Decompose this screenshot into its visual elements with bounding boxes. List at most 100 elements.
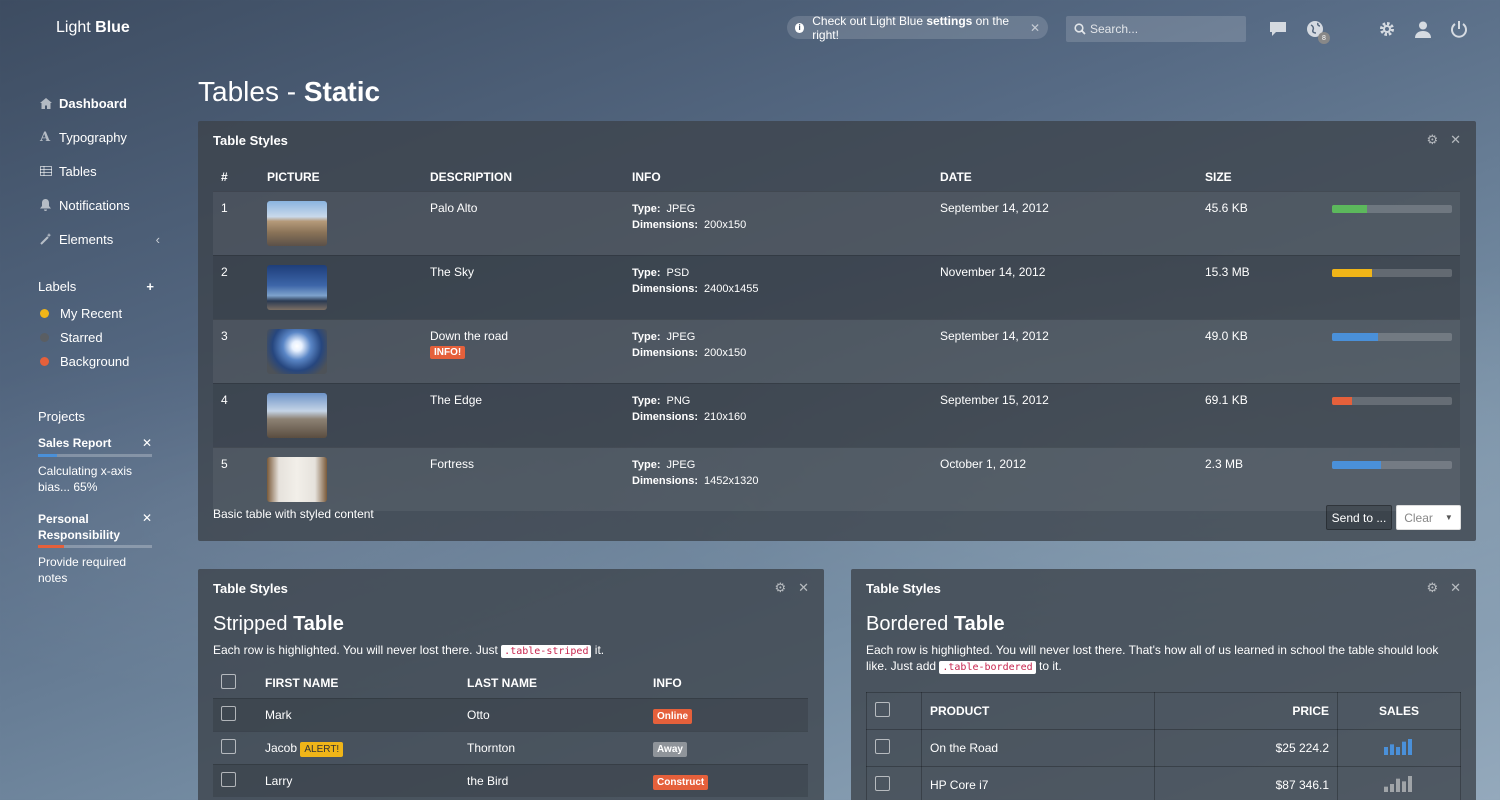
logo-bold-text: Blue xyxy=(95,19,130,36)
desc-text: to it. xyxy=(1035,659,1062,673)
photo-thumbnail[interactable] xyxy=(267,200,327,246)
sidebar-item-typography[interactable]: A Typography xyxy=(40,120,160,154)
dims-value: 210x160 xyxy=(704,410,747,423)
user-icon[interactable] xyxy=(1412,18,1434,40)
picture-cell xyxy=(259,446,422,511)
add-label-button[interactable]: + xyxy=(146,279,154,294)
panel-title: Table Styles xyxy=(213,580,288,596)
sparkline-bar xyxy=(1384,746,1388,755)
column-header: PICTURE xyxy=(267,169,320,184)
close-icon[interactable]: ✕ xyxy=(798,580,809,596)
table-row: On the Road $25 224.2 xyxy=(866,729,1461,767)
label-dot-icon xyxy=(40,333,49,342)
sparkline-bar xyxy=(1402,780,1406,792)
sidebar-item-dashboard[interactable]: Dashboard xyxy=(40,86,160,120)
close-icon[interactable]: ✕ xyxy=(142,511,152,543)
table-row: Jacob ALERT! Thornton Away xyxy=(213,730,808,764)
label-item-background[interactable]: Background xyxy=(40,354,129,369)
select-all-checkbox[interactable] xyxy=(875,702,890,717)
notice-bold: settings xyxy=(926,13,973,28)
close-icon[interactable]: ✕ xyxy=(1450,132,1461,148)
bordered-table: PRODUCT PRICE SALES On the Road $25 224.… xyxy=(866,692,1461,800)
row-checkbox[interactable] xyxy=(875,739,890,754)
photo-thumbnail[interactable] xyxy=(267,456,327,502)
row-size: 69.1 KB xyxy=(1197,382,1324,447)
close-icon[interactable]: ✕ xyxy=(1030,21,1040,35)
search-input[interactable] xyxy=(1090,22,1230,36)
progress-fill xyxy=(1332,268,1372,277)
send-to-button[interactable]: Send to ... xyxy=(1326,505,1392,530)
first-name-cell: Jacob ALERT! xyxy=(257,730,459,764)
product-price: $87 346.1 xyxy=(1154,766,1338,800)
photo-thumbnail[interactable] xyxy=(267,328,327,374)
page-title: Tables - Static xyxy=(198,76,380,108)
info-tag: INFO! xyxy=(430,345,466,359)
label-text: Background xyxy=(60,354,130,369)
label-dot-icon xyxy=(40,357,49,366)
description-cell: Fortress xyxy=(422,446,624,511)
type-value: PSD xyxy=(666,266,690,279)
gear-icon[interactable] xyxy=(1376,18,1398,40)
info-cell: Type: PSD Dimensions: 2400x1455 xyxy=(624,254,932,319)
gear-icon[interactable]: ⚙ xyxy=(1426,132,1438,148)
row-date: September 15, 2012 xyxy=(932,382,1197,447)
close-icon[interactable]: ✕ xyxy=(142,436,152,450)
row-number: 2 xyxy=(213,254,259,319)
app-logo[interactable]: Light Blue xyxy=(56,19,130,37)
page-title-light: Tables - xyxy=(198,76,304,107)
sidebar-nav: Dashboard A Typography Tables Notificati… xyxy=(40,86,160,256)
row-checkbox[interactable] xyxy=(221,771,236,787)
chat-icon[interactable] xyxy=(1267,18,1289,40)
section-title: Bordered Table xyxy=(866,613,1461,636)
type-value: JPEG xyxy=(666,458,696,471)
progress-cell xyxy=(1324,254,1460,319)
progress-bar xyxy=(1332,204,1452,213)
row-checkbox[interactable] xyxy=(221,738,236,754)
row-description: Fortress xyxy=(430,456,475,471)
sidebar-item-tables[interactable]: Tables xyxy=(40,154,160,188)
gear-icon[interactable]: ⚙ xyxy=(1426,580,1438,596)
sidebar-item-notifications[interactable]: Notifications xyxy=(40,188,160,222)
label-item-starred[interactable]: Starred xyxy=(40,330,103,345)
description-cell: The Sky xyxy=(422,254,624,319)
caret-down-icon: ▼ xyxy=(1444,513,1453,522)
label-item-my-recent[interactable]: My Recent xyxy=(40,306,122,321)
chevron-left-icon[interactable]: ‹ xyxy=(156,232,160,247)
type-label: Type: xyxy=(632,330,661,343)
labels-header: Labels + xyxy=(38,279,154,294)
row-checkbox[interactable] xyxy=(221,705,236,721)
clear-dropdown-button[interactable]: Clear ▼ xyxy=(1396,505,1461,530)
first-name: Jacob xyxy=(265,740,298,755)
type-value: PNG xyxy=(666,394,691,407)
product-price: $25 224.2 xyxy=(1154,729,1338,767)
info-cell: Type: JPEG Dimensions: 1452x1320 xyxy=(624,446,932,511)
column-header: INFO xyxy=(632,169,661,184)
photo-thumbnail[interactable] xyxy=(267,264,327,310)
select-all-checkbox[interactable] xyxy=(221,673,236,689)
project-desc: Calculating x-axis bias... 65% xyxy=(38,464,133,494)
row-size: 2.3 MB xyxy=(1197,446,1324,511)
project-personal-responsibility[interactable]: Personal Responsibility ✕ Provide require… xyxy=(38,511,152,586)
section-title-bold: Table xyxy=(293,613,344,635)
project-sales-report[interactable]: Sales Report ✕ Calculating x-axis bias...… xyxy=(38,436,152,495)
gear-icon[interactable]: ⚙ xyxy=(774,580,786,596)
sales-sparkline xyxy=(1384,775,1412,792)
column-header: DATE xyxy=(940,169,972,184)
globe-icon[interactable]: 8 xyxy=(1304,18,1330,44)
description-cell: The Edge xyxy=(422,382,624,447)
sidebar-item-elements[interactable]: Elements ‹ xyxy=(40,222,160,256)
status-badge: Away xyxy=(653,741,687,757)
search-icon xyxy=(1074,23,1086,35)
power-icon[interactable] xyxy=(1448,18,1470,40)
photo-thumbnail[interactable] xyxy=(267,392,327,438)
row-description: Palo Alto xyxy=(430,200,478,215)
product-name: On the Road xyxy=(921,729,1155,767)
font-icon: A xyxy=(40,129,51,145)
close-icon[interactable]: ✕ xyxy=(1450,580,1461,596)
row-description: Down the road xyxy=(430,328,509,343)
table-row: Mark Otto Online xyxy=(213,697,808,731)
row-date: October 1, 2012 xyxy=(932,446,1197,511)
column-header: DESCRIPTION xyxy=(430,169,513,184)
row-checkbox[interactable] xyxy=(875,776,890,791)
sparkline-bar xyxy=(1396,778,1400,792)
